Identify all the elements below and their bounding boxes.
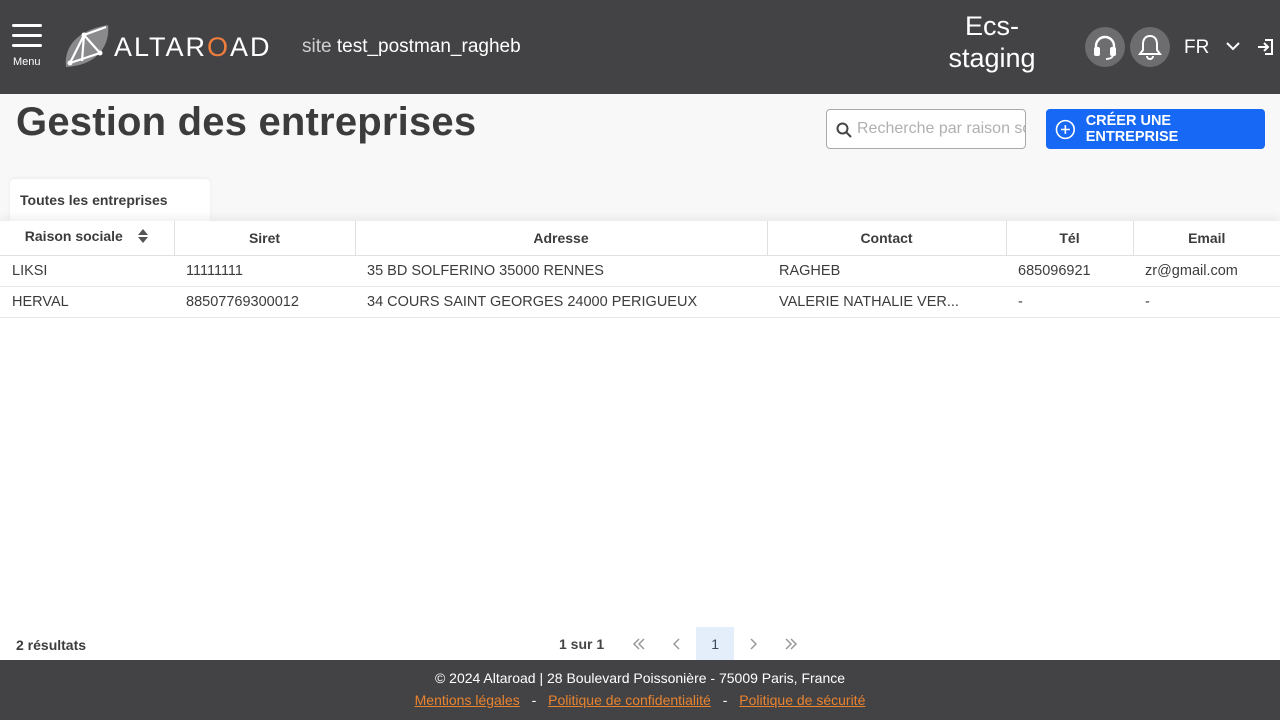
column-header-raison-sociale[interactable]: Raison sociale: [0, 221, 175, 256]
site-label: site: [302, 36, 332, 57]
page-info: 1 sur 1: [559, 635, 605, 652]
companies-table-container: Raison sociale Siret Adresse Contact Tél…: [0, 221, 1280, 660]
column-header-tel: Tél: [1006, 221, 1134, 256]
search-box[interactable]: [826, 109, 1026, 149]
cell-tel: -: [1006, 286, 1133, 318]
page-title: Gestion des entreprises: [16, 100, 477, 144]
menu-button[interactable]: Menu: [10, 24, 44, 70]
companies-table: Raison sociale Siret Adresse Contact Tél…: [0, 221, 1280, 318]
cell-tel: 685096921: [1006, 255, 1133, 287]
column-header-adresse: Adresse: [355, 221, 768, 256]
search-icon: [836, 122, 852, 138]
cell-email: -: [1133, 286, 1280, 318]
language-selector[interactable]: FR: [1184, 37, 1209, 59]
security-policy-link[interactable]: Politique de sécurité: [739, 692, 865, 708]
hamburger-icon-bar: [12, 34, 42, 37]
logo-leaf-icon: [65, 25, 109, 67]
cell-siret: 88507769300012: [174, 286, 355, 318]
altaroad-logo[interactable]: ALTAROAD: [60, 20, 272, 74]
results-count: 2 résultats: [16, 637, 87, 653]
cell-contact: VALERIE NATHALIE VER...: [767, 286, 1006, 318]
notifications-button[interactable]: [1130, 27, 1170, 67]
table-header-row: Raison sociale Siret Adresse Contact Tél…: [0, 221, 1280, 256]
first-page-icon[interactable]: [620, 627, 658, 660]
hamburger-icon-bar: [12, 24, 42, 27]
column-header-siret: Siret: [174, 221, 356, 256]
footer-links: Mentions légales - Politique de confiden…: [0, 692, 1280, 708]
page-number-button[interactable]: 1: [696, 627, 735, 660]
cell-email: zr@gmail.com: [1133, 255, 1280, 287]
hamburger-icon-bar: [12, 44, 42, 47]
menu-label: Menu: [13, 56, 41, 68]
tab-all-companies[interactable]: Toutes les entreprises: [10, 179, 210, 221]
cell-contact: RAGHEB: [767, 255, 1006, 287]
legal-notice-link[interactable]: Mentions légales: [415, 692, 520, 708]
chevron-down-icon[interactable]: [1225, 38, 1241, 59]
footer: © 2024 Altaroad | 28 Boulevard Poissoniè…: [0, 660, 1280, 720]
column-header-email: Email: [1133, 221, 1280, 256]
headset-icon: [1094, 35, 1116, 60]
logout-icon[interactable]: [1257, 38, 1275, 61]
column-header-contact: Contact: [767, 221, 1007, 256]
top-header: Menu ALTAROAD site test_postman_ragheb E…: [0, 0, 1280, 94]
sort-icon[interactable]: [137, 228, 149, 247]
privacy-policy-link[interactable]: Politique de confidentialité: [548, 692, 711, 708]
current-site: site test_postman_ragheb: [302, 36, 521, 58]
next-page-icon[interactable]: [734, 627, 772, 660]
search-input[interactable]: [857, 110, 1025, 148]
plus-circle-icon: [1055, 119, 1075, 139]
cell-raison-sociale: HERVAL: [0, 286, 174, 318]
bell-icon: [1138, 34, 1162, 60]
support-button[interactable]: [1085, 27, 1125, 67]
create-company-label: CRÉER UNE ENTREPRISE: [1085, 113, 1179, 145]
footer-separator: -: [531, 692, 537, 708]
cell-adresse: 35 BD SOLFERINO 35000 RENNES: [355, 255, 767, 287]
cell-adresse: 34 COURS SAINT GEORGES 24000 PERIGUEUX: [355, 286, 767, 318]
cell-raison-sociale: LIKSI: [0, 255, 174, 287]
previous-page-icon[interactable]: [658, 627, 696, 660]
footer-separator: -: [722, 692, 728, 708]
environment-label: Ecs- staging: [948, 11, 1036, 73]
site-name: test_postman_ragheb: [336, 36, 521, 57]
table-row[interactable]: LIKSI 11111111 35 BD SOLFERINO 35000 REN…: [0, 255, 1280, 287]
last-page-icon[interactable]: [772, 627, 810, 660]
logo-text: ALTAROAD: [114, 31, 272, 62]
footer-copyright: © 2024 Altaroad | 28 Boulevard Poissoniè…: [434, 670, 846, 686]
pagination: 1 sur 1 1: [559, 627, 810, 660]
create-company-button[interactable]: CRÉER UNE ENTREPRISE: [1046, 109, 1265, 149]
cell-siret: 11111111: [174, 255, 355, 287]
table-row[interactable]: HERVAL 88507769300012 34 COURS SAINT GEO…: [0, 286, 1280, 318]
